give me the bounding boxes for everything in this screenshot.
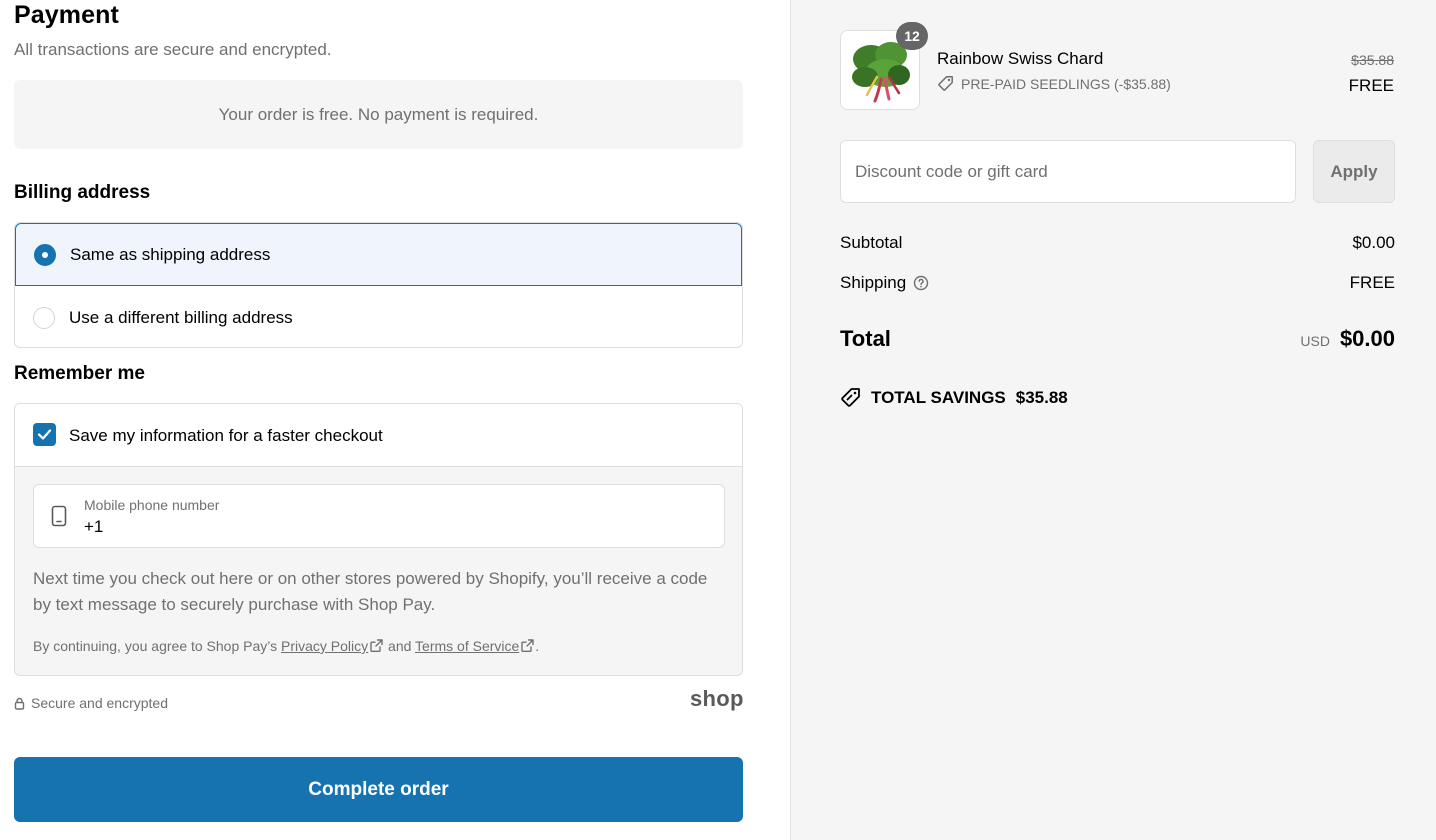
savings-value: $35.88 <box>1015 387 1068 407</box>
billing-address-options: Same as shipping address Use a different… <box>14 222 743 348</box>
total-label: Total <box>840 326 891 351</box>
billing-option-same[interactable]: Same as shipping address <box>15 223 742 286</box>
mobile-phone-field[interactable]: Mobile phone number +1 <box>33 484 725 548</box>
discount-tag-text: PRE-PAID SEEDLINGS (-$35.88) <box>961 75 1171 92</box>
item-price: FREE <box>1348 76 1394 95</box>
terms-of-service-link[interactable]: Terms of Service <box>415 638 535 654</box>
secure-text: Secure and encrypted <box>31 695 168 711</box>
billing-option-different[interactable]: Use a different billing address <box>15 286 742 347</box>
subtotal-row: Subtotal $0.00 <box>840 233 1395 253</box>
phone-field-label: Mobile phone number <box>84 497 220 513</box>
shipping-row: Shipping FREE <box>840 273 1395 293</box>
free-order-notice: Your order is free. No payment is requir… <box>14 80 743 149</box>
savings-label: TOTAL SAVINGS <box>871 387 1006 407</box>
total-savings: TOTAL SAVINGS $35.88 <box>840 387 1068 408</box>
legal-and: and <box>388 638 412 654</box>
original-price: $35.88 <box>1351 52 1394 68</box>
remember-me-panel: Save my information for a faster checkou… <box>14 403 743 676</box>
subtotal-value: $0.00 <box>1352 233 1395 252</box>
billing-option-label: Use a different billing address <box>69 307 293 327</box>
external-link-icon <box>521 639 534 652</box>
currency-code: USD <box>1300 333 1330 349</box>
tag-icon <box>938 76 953 91</box>
discount-code-input[interactable] <box>840 140 1296 203</box>
subtotal-label: Subtotal <box>840 233 903 252</box>
save-info-label: Save my information for a faster checkou… <box>69 426 383 445</box>
legal-suffix: . <box>535 638 540 654</box>
phone-field-value[interactable]: +1 <box>84 517 103 537</box>
product-discount-tag: PRE-PAID SEEDLINGS (-$35.88) <box>937 75 1171 92</box>
terms-of-service-text: Terms of Service <box>415 638 520 654</box>
shipping-label-group: Shipping <box>840 273 929 293</box>
payment-column: Payment All transactions are secure and … <box>0 0 790 840</box>
apply-discount-button[interactable]: Apply <box>1313 140 1395 203</box>
lock-icon <box>14 697 25 710</box>
check-icon <box>37 429 52 440</box>
help-circle-icon[interactable] <box>913 275 929 291</box>
total-value: $0.00 <box>1339 326 1395 351</box>
shop-pay-legal: By continuing, you agree to Shop Pay’s P… <box>33 638 539 654</box>
shop-pay-logo: shop <box>690 686 744 711</box>
payment-subtitle: All transactions are secure and encrypte… <box>14 40 332 59</box>
privacy-policy-text: Privacy Policy <box>281 638 369 654</box>
quantity-badge: 12 <box>896 22 928 50</box>
complete-order-button[interactable]: Complete order <box>14 757 743 822</box>
radio-button-selected[interactable] <box>34 243 56 266</box>
radio-button[interactable] <box>33 306 55 329</box>
product-name: Rainbow Swiss Chard <box>937 49 1104 68</box>
mobile-phone-icon <box>51 505 67 532</box>
save-info-row[interactable]: Save my information for a faster checkou… <box>15 404 742 467</box>
shipping-value: FREE <box>1349 273 1395 292</box>
save-info-checkbox[interactable] <box>33 423 56 446</box>
external-link-icon <box>370 639 383 652</box>
billing-option-label: Same as shipping address <box>70 244 271 264</box>
legal-prefix: By continuing, you agree to Shop Pay’s <box>33 638 278 654</box>
total-amount-group: USD $0.00 <box>1300 326 1395 352</box>
shipping-label: Shipping <box>840 273 907 292</box>
remember-title: Remember me <box>14 363 145 384</box>
secure-encrypted-notice: Secure and encrypted <box>14 695 168 711</box>
order-summary: 12 Rainbow Swiss Chard PRE-PAID SEEDLING… <box>790 0 1436 840</box>
privacy-policy-link[interactable]: Privacy Policy <box>281 638 384 654</box>
tag-icon <box>841 388 860 407</box>
total-row: Total USD $0.00 <box>840 326 1395 352</box>
billing-title: Billing address <box>14 182 151 203</box>
free-order-text: Your order is free. No payment is requir… <box>218 104 539 124</box>
payment-title: Payment <box>14 1 119 29</box>
shop-pay-note: Next time you check out here or on other… <box>33 569 708 614</box>
